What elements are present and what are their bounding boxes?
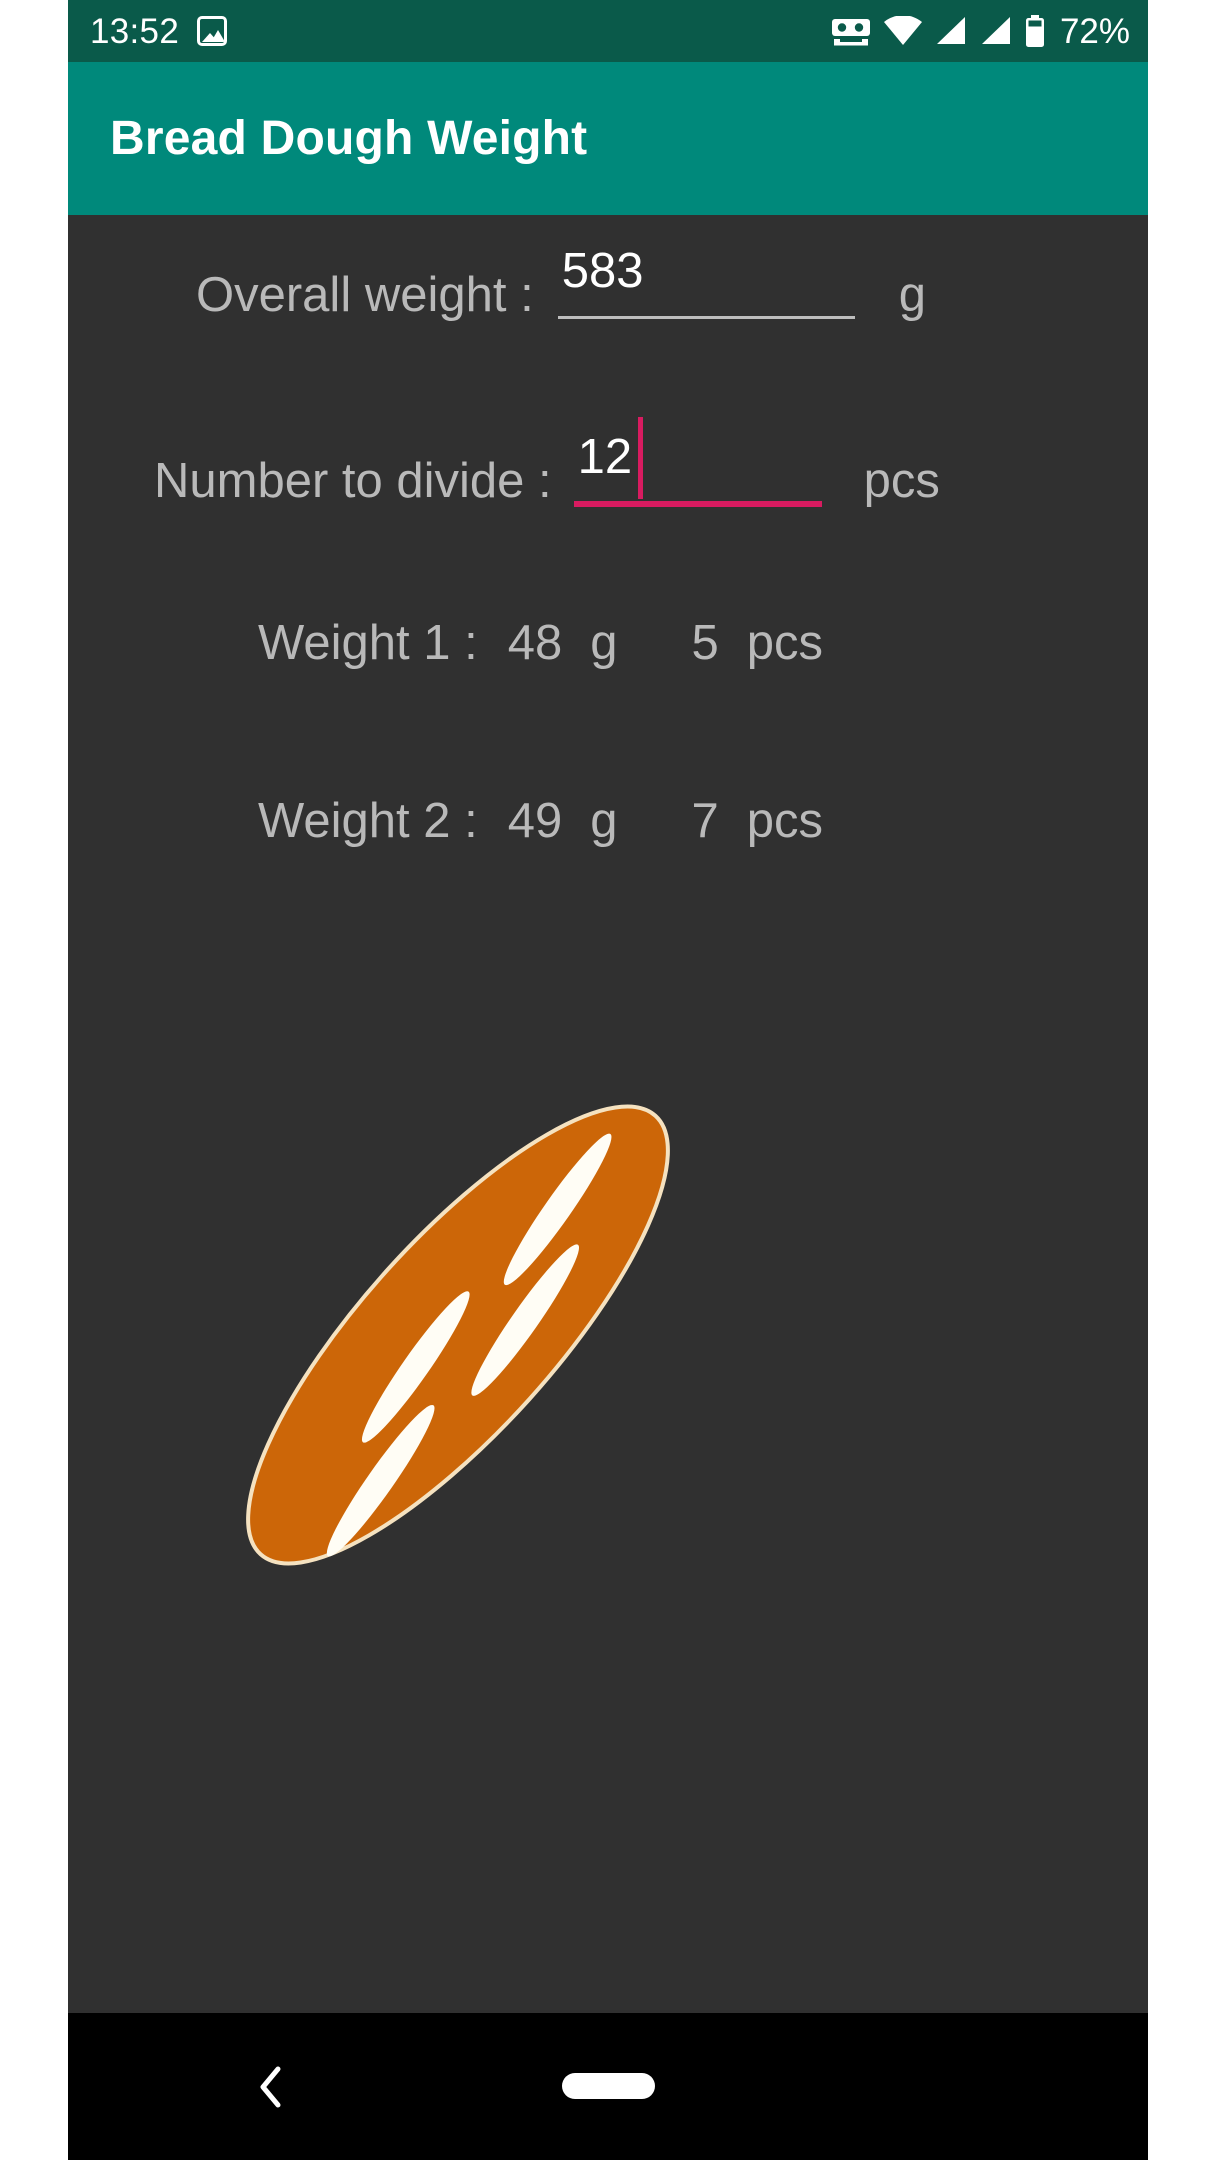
android-navigation-bar xyxy=(68,2013,1148,2160)
status-bar: 13:52 72% xyxy=(68,0,1148,62)
overall-weight-underline xyxy=(557,316,855,319)
gallery-icon xyxy=(197,16,228,46)
result-2-weight-unit: g xyxy=(590,794,618,848)
result-row-2: Weight 2 : 49 g 7 pcs xyxy=(258,793,823,849)
number-to-divide-unit: pcs xyxy=(863,454,940,508)
overall-weight-label: Overall weight : xyxy=(196,268,534,322)
result-1-count: 5 xyxy=(691,616,719,670)
status-bar-left-group: 13:52 xyxy=(90,0,228,62)
result-1-label: Weight 1 : xyxy=(258,616,478,670)
phone-screen: 13:52 72% Bread Dough Weight Overall wei… xyxy=(68,0,1148,2160)
text-cursor xyxy=(637,417,643,499)
back-button[interactable] xyxy=(248,2063,296,2111)
result-2-count-unit: pcs xyxy=(746,794,824,848)
overall-weight-unit: g xyxy=(898,268,926,322)
status-bar-clock: 13:52 xyxy=(90,11,180,51)
result-1-weight: 48 xyxy=(507,616,563,670)
cellular-signal-2-icon xyxy=(980,16,1012,46)
cellular-signal-1-icon xyxy=(935,16,967,46)
page-title: Bread Dough Weight xyxy=(110,112,588,165)
result-2-count: 7 xyxy=(691,794,719,848)
overall-weight-value: 583 xyxy=(561,244,644,298)
phone-frame: 13:52 72% Bread Dough Weight Overall wei… xyxy=(0,0,1215,2160)
bread-loaf-illustration xyxy=(148,1025,768,1645)
result-2-label: Weight 2 : xyxy=(258,794,478,848)
number-to-divide-underline xyxy=(573,501,822,507)
status-bar-right-group: 72% xyxy=(831,0,1130,62)
number-to-divide-value: 12 xyxy=(577,430,633,484)
main-content: Overall weight : 583 g Number to divide … xyxy=(68,215,1148,2013)
battery-icon xyxy=(1025,15,1045,47)
vr-cardboard-icon xyxy=(831,16,871,46)
number-to-divide-row: Number to divide : 12 pcs xyxy=(154,417,940,509)
result-row-1: Weight 1 : 48 g 5 pcs xyxy=(258,615,823,671)
app-bar: Bread Dough Weight xyxy=(68,62,1148,215)
wifi-icon xyxy=(883,16,922,46)
battery-percent-label: 72% xyxy=(1059,11,1130,51)
result-1-count-unit: pcs xyxy=(746,616,824,670)
overall-weight-row: Overall weight : 583 g xyxy=(196,247,926,323)
home-indicator[interactable] xyxy=(562,2073,655,2099)
number-to-divide-label: Number to divide : xyxy=(154,454,552,508)
overall-weight-input[interactable]: 583 xyxy=(557,244,855,319)
number-to-divide-input[interactable]: 12 xyxy=(573,417,822,507)
result-2-weight: 49 xyxy=(507,794,563,848)
result-1-weight-unit: g xyxy=(590,616,618,670)
